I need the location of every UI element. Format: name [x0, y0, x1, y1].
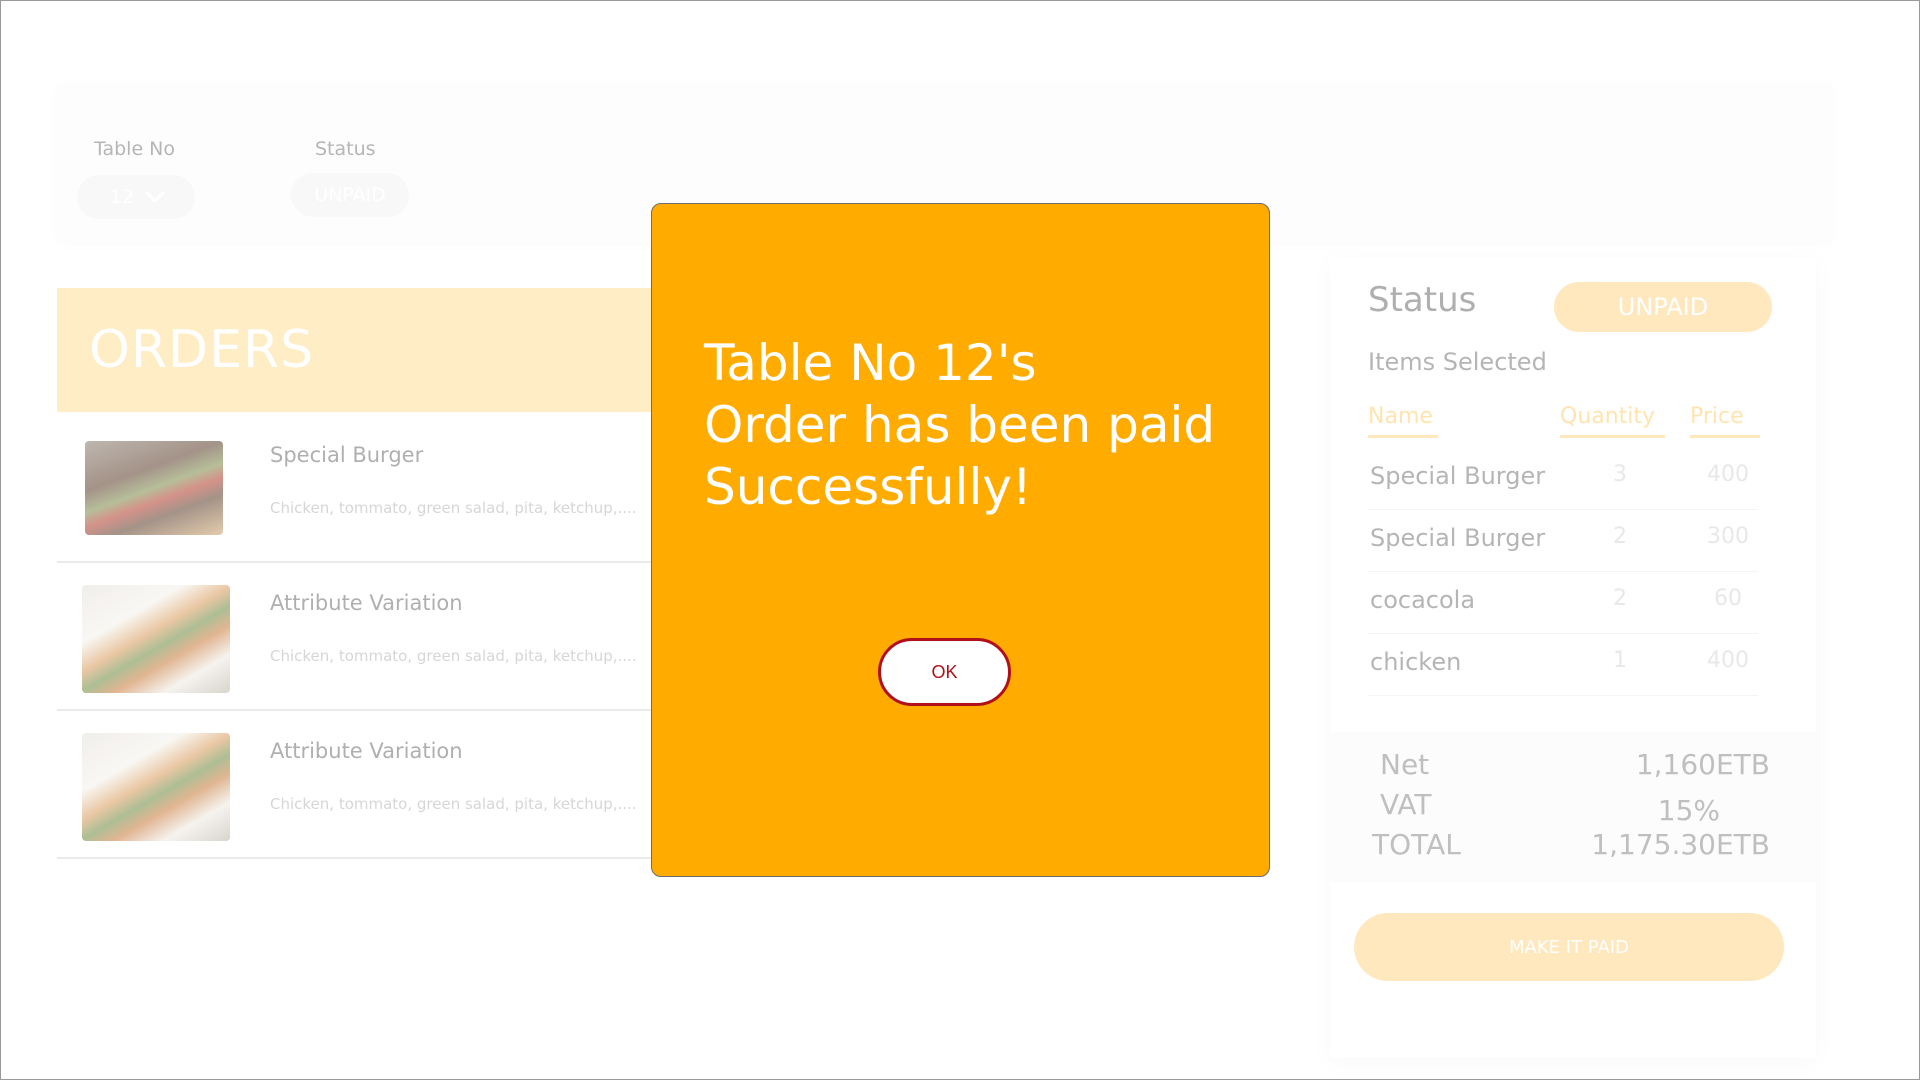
column-header-name: Name [1368, 404, 1438, 438]
row-price: 300 [1707, 524, 1749, 549]
ok-button[interactable]: OK [878, 638, 1011, 706]
column-header-quantity: Quantity [1560, 404, 1665, 438]
order-item-image [82, 585, 230, 693]
order-item-image [85, 441, 223, 535]
vat-label: VAT [1380, 788, 1432, 821]
total-label: TOTAL [1372, 828, 1461, 861]
row-name: Special Burger [1370, 462, 1546, 490]
status-badge: UNPAID [1554, 282, 1772, 332]
row-quantity: 1 [1613, 648, 1627, 673]
order-item[interactable]: Attribute Variation Chicken, tommato, gr… [57, 711, 657, 859]
order-item-name: Special Burger [270, 443, 424, 467]
row-name: chicken [1370, 648, 1462, 676]
order-item-description: Chicken, tommato, green salad, pita, ket… [270, 647, 637, 665]
table-no-select[interactable]: 12 [77, 175, 195, 219]
chevron-down-icon [145, 183, 165, 203]
table-row: chicken 1 400 [1368, 634, 1758, 696]
make-it-paid-button[interactable]: MAKE IT PAID [1354, 913, 1784, 981]
row-quantity: 2 [1613, 586, 1627, 611]
order-item[interactable]: Special Burger Chicken, tommato, green s… [57, 415, 657, 563]
row-quantity: 2 [1613, 524, 1627, 549]
orders-header: ORDERS [57, 288, 657, 412]
row-price: 60 [1714, 586, 1742, 611]
table-row: cocacola 2 60 [1368, 572, 1758, 634]
orders-title: ORDERS [89, 320, 315, 380]
row-name: Special Burger [1370, 524, 1546, 552]
order-item-description: Chicken, tommato, green salad, pita, ket… [270, 795, 637, 813]
totals-block: Net 1,160ETB VAT 15% TOTAL 1,175.30ETB [1330, 732, 1816, 882]
row-price: 400 [1707, 462, 1749, 487]
success-message-line: Successfully! [704, 458, 1032, 516]
items-selected-label: Items Selected [1368, 348, 1547, 376]
net-label: Net [1380, 748, 1430, 781]
table-no-label: Table No [94, 138, 176, 160]
vat-value: 15% [1657, 794, 1720, 827]
status-filter-value: UNPAID [314, 184, 386, 206]
success-message-line: Table No 12's [704, 334, 1037, 392]
payment-success-dialog: Table No 12's Order has been paid Succes… [651, 203, 1270, 877]
total-value: 1,175.30ETB [1591, 828, 1770, 861]
order-item-image [82, 733, 230, 841]
table-row: Special Burger 3 400 [1368, 448, 1758, 510]
success-message: Table No 12's Order has been paid Succes… [704, 332, 1264, 518]
status-filter-select[interactable]: UNPAID [291, 173, 409, 217]
order-item-name: Attribute Variation [270, 591, 463, 615]
table-row: Special Burger 2 300 [1368, 510, 1758, 572]
success-message-line: Order has been paid [704, 396, 1216, 454]
summary-status-label: Status [1368, 280, 1477, 320]
row-price: 400 [1707, 648, 1749, 673]
table-no-value: 12 [109, 186, 135, 208]
status-filter-label: Status [315, 138, 376, 160]
net-value: 1,160ETB [1635, 748, 1770, 781]
order-item-description: Chicken, tommato, green salad, pita, ket… [270, 499, 637, 517]
row-name: cocacola [1370, 586, 1476, 614]
order-item[interactable]: Attribute Variation Chicken, tommato, gr… [57, 563, 657, 711]
column-header-price: Price [1690, 404, 1760, 438]
row-quantity: 3 [1613, 462, 1627, 487]
order-summary-panel: Status UNPAID Items Selected Name Quanti… [1330, 258, 1816, 1058]
order-item-name: Attribute Variation [270, 739, 463, 763]
